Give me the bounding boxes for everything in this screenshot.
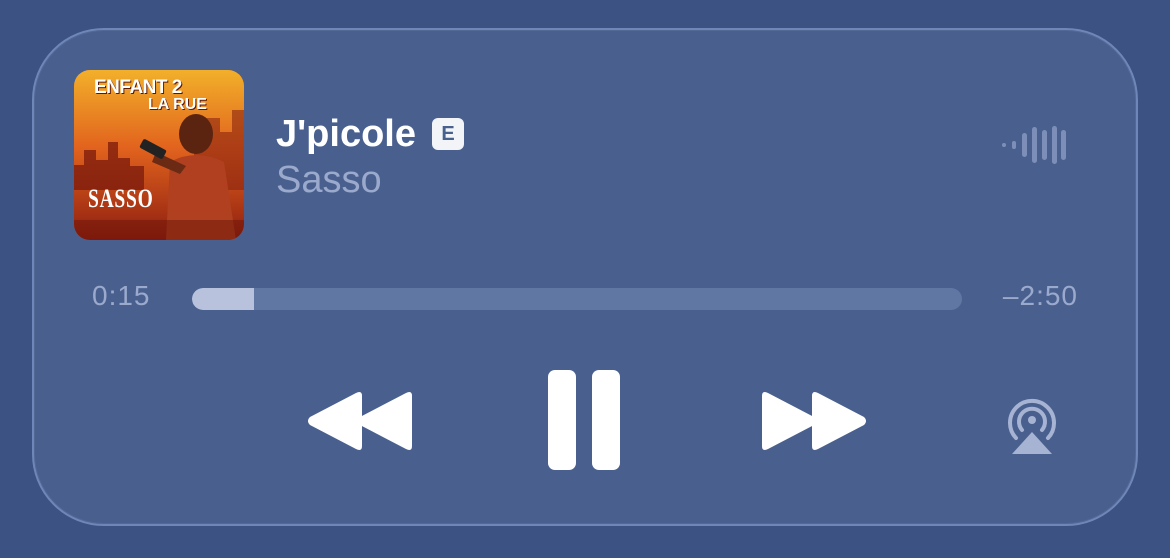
artwork-title-line2: LA RUE (148, 96, 207, 113)
audio-waveform-icon (1002, 126, 1066, 164)
elapsed-time: 0:15 (92, 280, 151, 311)
rewind-button[interactable] (304, 388, 420, 454)
track-title[interactable]: J'picole (276, 115, 416, 153)
track-info: J'picole E Sasso (276, 110, 464, 202)
track-title-row: J'picole E (276, 110, 464, 158)
pause-icon (548, 370, 620, 470)
explicit-badge: E (431, 118, 464, 150)
now-playing-widget: ENFANT 2 LA RUE SASSO J'picole E Sasso 0… (32, 28, 1138, 526)
pause-button[interactable] (542, 368, 626, 472)
airplay-button[interactable] (996, 388, 1068, 456)
fast-forward-icon (762, 392, 866, 450)
artwork-artist-text: SASSO (88, 184, 154, 213)
progress-scrubber[interactable] (192, 288, 962, 310)
airplay-icon (1008, 398, 1056, 454)
remaining-time: –2:50 (1002, 280, 1078, 311)
progress-fill (192, 288, 255, 310)
album-artwork[interactable]: ENFANT 2 LA RUE SASSO (74, 70, 244, 240)
fast-forward-button[interactable] (754, 388, 870, 454)
artwork-title-line1: ENFANT 2 (94, 77, 182, 98)
rewind-icon (308, 392, 412, 450)
track-artist[interactable]: Sasso (276, 159, 464, 202)
